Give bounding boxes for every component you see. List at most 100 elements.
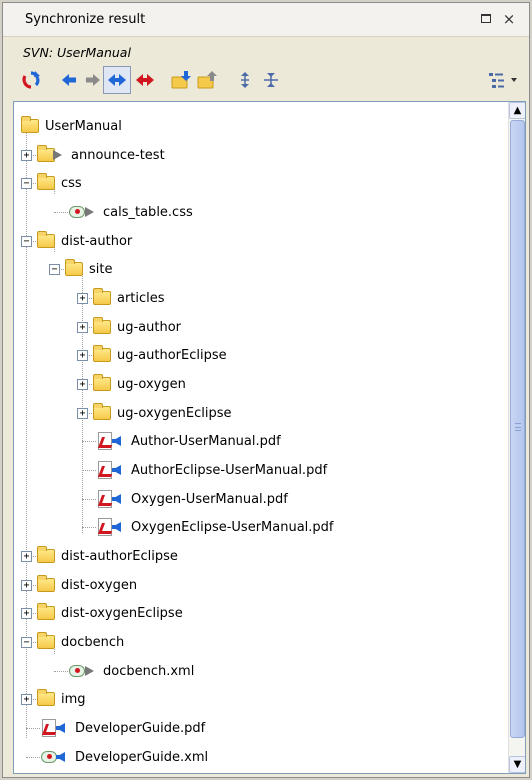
tree-item-ug-oxygeneclipse[interactable]: ug-oxygenEclipse — [92, 403, 231, 423]
folder-icon — [36, 632, 56, 652]
tree-item-label: dist-author — [61, 233, 133, 249]
folder-icon — [92, 317, 112, 337]
refresh-icon — [22, 71, 40, 89]
commit-all-button[interactable] — [193, 66, 221, 94]
tree-view-menu-icon — [489, 73, 504, 88]
folder-icon — [92, 374, 112, 394]
tree-item-site[interactable]: site — [64, 259, 112, 279]
expand-all-icon — [241, 72, 249, 88]
tree-item-label: img — [61, 691, 86, 707]
scrollbar-thumb[interactable] — [510, 120, 525, 738]
xml-outgoing-icon — [68, 661, 98, 681]
tree-item-ug-oxygen[interactable]: ug-oxygen — [92, 374, 186, 394]
tree-item-oxygen-usermanual-pdf[interactable]: Oxygen-UserManual.pdf — [96, 489, 288, 509]
tree-item-label: Author-UserManual.pdf — [131, 433, 281, 449]
pdf-incoming-icon — [40, 718, 70, 738]
tree-item-usermanual[interactable]: UserManual — [20, 116, 122, 136]
folder-icon — [20, 116, 40, 136]
tree-item-dist-oxygen[interactable]: dist-oxygen — [36, 575, 137, 595]
expand-toggle[interactable]: + — [77, 322, 88, 333]
synchronize-tree[interactable]: + − − − + + + + + + + + − + UserManual a… — [13, 101, 526, 774]
vertical-scrollbar[interactable]: ▲ ▼ — [508, 102, 525, 773]
folder-icon — [92, 288, 112, 308]
toolbar — [17, 66, 527, 94]
folder-icon — [64, 259, 84, 279]
expand-toggle[interactable]: + — [77, 350, 88, 361]
expand-toggle[interactable]: + — [21, 580, 32, 591]
pdf-incoming-icon — [96, 460, 126, 480]
tree-item-label: ug-authorEclipse — [117, 347, 227, 363]
tree-item-label: OxygenEclipse-UserManual.pdf — [131, 519, 334, 535]
folder-icon — [36, 689, 56, 709]
arrow-both-red-icon — [136, 74, 154, 86]
xml-incoming-icon — [40, 747, 70, 767]
folder-icon — [36, 603, 56, 623]
pdf-incoming-icon — [96, 517, 126, 537]
conflicts-mode-button[interactable] — [131, 66, 159, 94]
maximize-icon[interactable] — [477, 10, 495, 28]
collapse-toggle[interactable]: − — [21, 236, 32, 247]
arrow-right-icon — [86, 74, 100, 86]
tree-item-authoreclipse-usermanual-pdf[interactable]: AuthorEclipse-UserManual.pdf — [96, 460, 327, 480]
tree-item-label: DeveloperGuide.xml — [75, 749, 209, 765]
view-menu-dropdown[interactable] — [507, 66, 521, 94]
refresh-button[interactable] — [17, 66, 45, 94]
tree-item-docbench-xml[interactable]: docbench.xml — [68, 661, 194, 681]
folder-icon — [36, 231, 56, 251]
folder-outgoing-icon — [36, 145, 66, 165]
tree-item-label: UserManual — [45, 118, 122, 134]
pdf-incoming-icon — [96, 431, 126, 451]
tree-item-label: dist-authorEclipse — [61, 548, 178, 564]
tree-item-cals-table-css[interactable]: cals_table.css — [68, 202, 193, 222]
expand-toggle[interactable]: + — [77, 379, 88, 390]
repository-label: SVN: UserManual — [23, 45, 131, 60]
scroll-up-button[interactable]: ▲ — [509, 102, 525, 119]
tree-item-label: ug-oxygen — [117, 376, 186, 392]
folder-icon — [36, 575, 56, 595]
tree-item-developerguide-xml[interactable]: DeveloperGuide.xml — [40, 747, 208, 767]
tree-item-ug-authoreclipse[interactable]: ug-authorEclipse — [92, 345, 227, 365]
folder-commit-icon — [197, 71, 217, 89]
tree-item-ug-author[interactable]: ug-author — [92, 317, 181, 337]
expand-all-button[interactable] — [231, 66, 259, 94]
expand-toggle[interactable]: + — [77, 408, 88, 419]
tree-item-label: ug-oxygenEclipse — [117, 405, 232, 421]
synchronize-result-panel: Synchronize result × SVN: UserManual + −… — [2, 2, 530, 778]
tree-item-label: Oxygen-UserManual.pdf — [131, 491, 288, 507]
expand-toggle[interactable]: + — [21, 608, 32, 619]
tree-item-dist-author[interactable]: dist-author — [36, 231, 132, 251]
tree-item-dist-authoreclipse[interactable]: dist-authorEclipse — [36, 546, 178, 566]
collapse-all-button[interactable] — [257, 66, 285, 94]
view-title-bar: Synchronize result × — [3, 3, 529, 37]
tree-item-css[interactable]: css — [36, 173, 82, 193]
collapse-toggle[interactable]: − — [21, 637, 32, 648]
collapse-toggle[interactable]: − — [21, 178, 32, 189]
folder-icon — [36, 173, 56, 193]
tree-item-announce-test[interactable]: announce-test — [36, 145, 165, 165]
tree-item-articles[interactable]: articles — [92, 288, 165, 308]
close-icon[interactable]: × — [500, 10, 518, 28]
folder-icon — [36, 546, 56, 566]
tree-item-dist-oxygeneclipse[interactable]: dist-oxygenEclipse — [36, 603, 183, 623]
tree-item-img[interactable]: img — [36, 689, 86, 709]
collapse-toggle[interactable]: − — [49, 264, 60, 275]
arrow-both-blue-icon — [108, 74, 126, 86]
tree-item-developerguide-pdf[interactable]: DeveloperGuide.pdf — [40, 718, 205, 738]
pdf-incoming-icon — [96, 489, 126, 509]
expand-toggle[interactable]: + — [21, 551, 32, 562]
tree-item-label: cals_table.css — [103, 204, 193, 220]
tree-item-label: docbench.xml — [103, 663, 195, 679]
expand-toggle[interactable]: + — [21, 694, 32, 705]
view-title: Synchronize result — [25, 12, 146, 27]
arrow-left-icon — [62, 74, 76, 86]
scroll-down-button[interactable]: ▼ — [509, 756, 525, 773]
tree-item-label: AuthorEclipse-UserManual.pdf — [131, 462, 328, 478]
tree-item-label: dist-oxygen — [61, 577, 138, 593]
incoming-outgoing-mode-button[interactable] — [103, 66, 131, 94]
tree-item-oxygeneclipse-usermanual-pdf[interactable]: OxygenEclipse-UserManual.pdf — [96, 517, 334, 537]
tree-item-docbench[interactable]: docbench — [36, 632, 124, 652]
expand-toggle[interactable]: + — [77, 293, 88, 304]
update-all-button[interactable] — [167, 66, 195, 94]
expand-toggle[interactable]: + — [21, 150, 32, 161]
tree-item-author-usermanual-pdf[interactable]: Author-UserManual.pdf — [96, 431, 281, 451]
